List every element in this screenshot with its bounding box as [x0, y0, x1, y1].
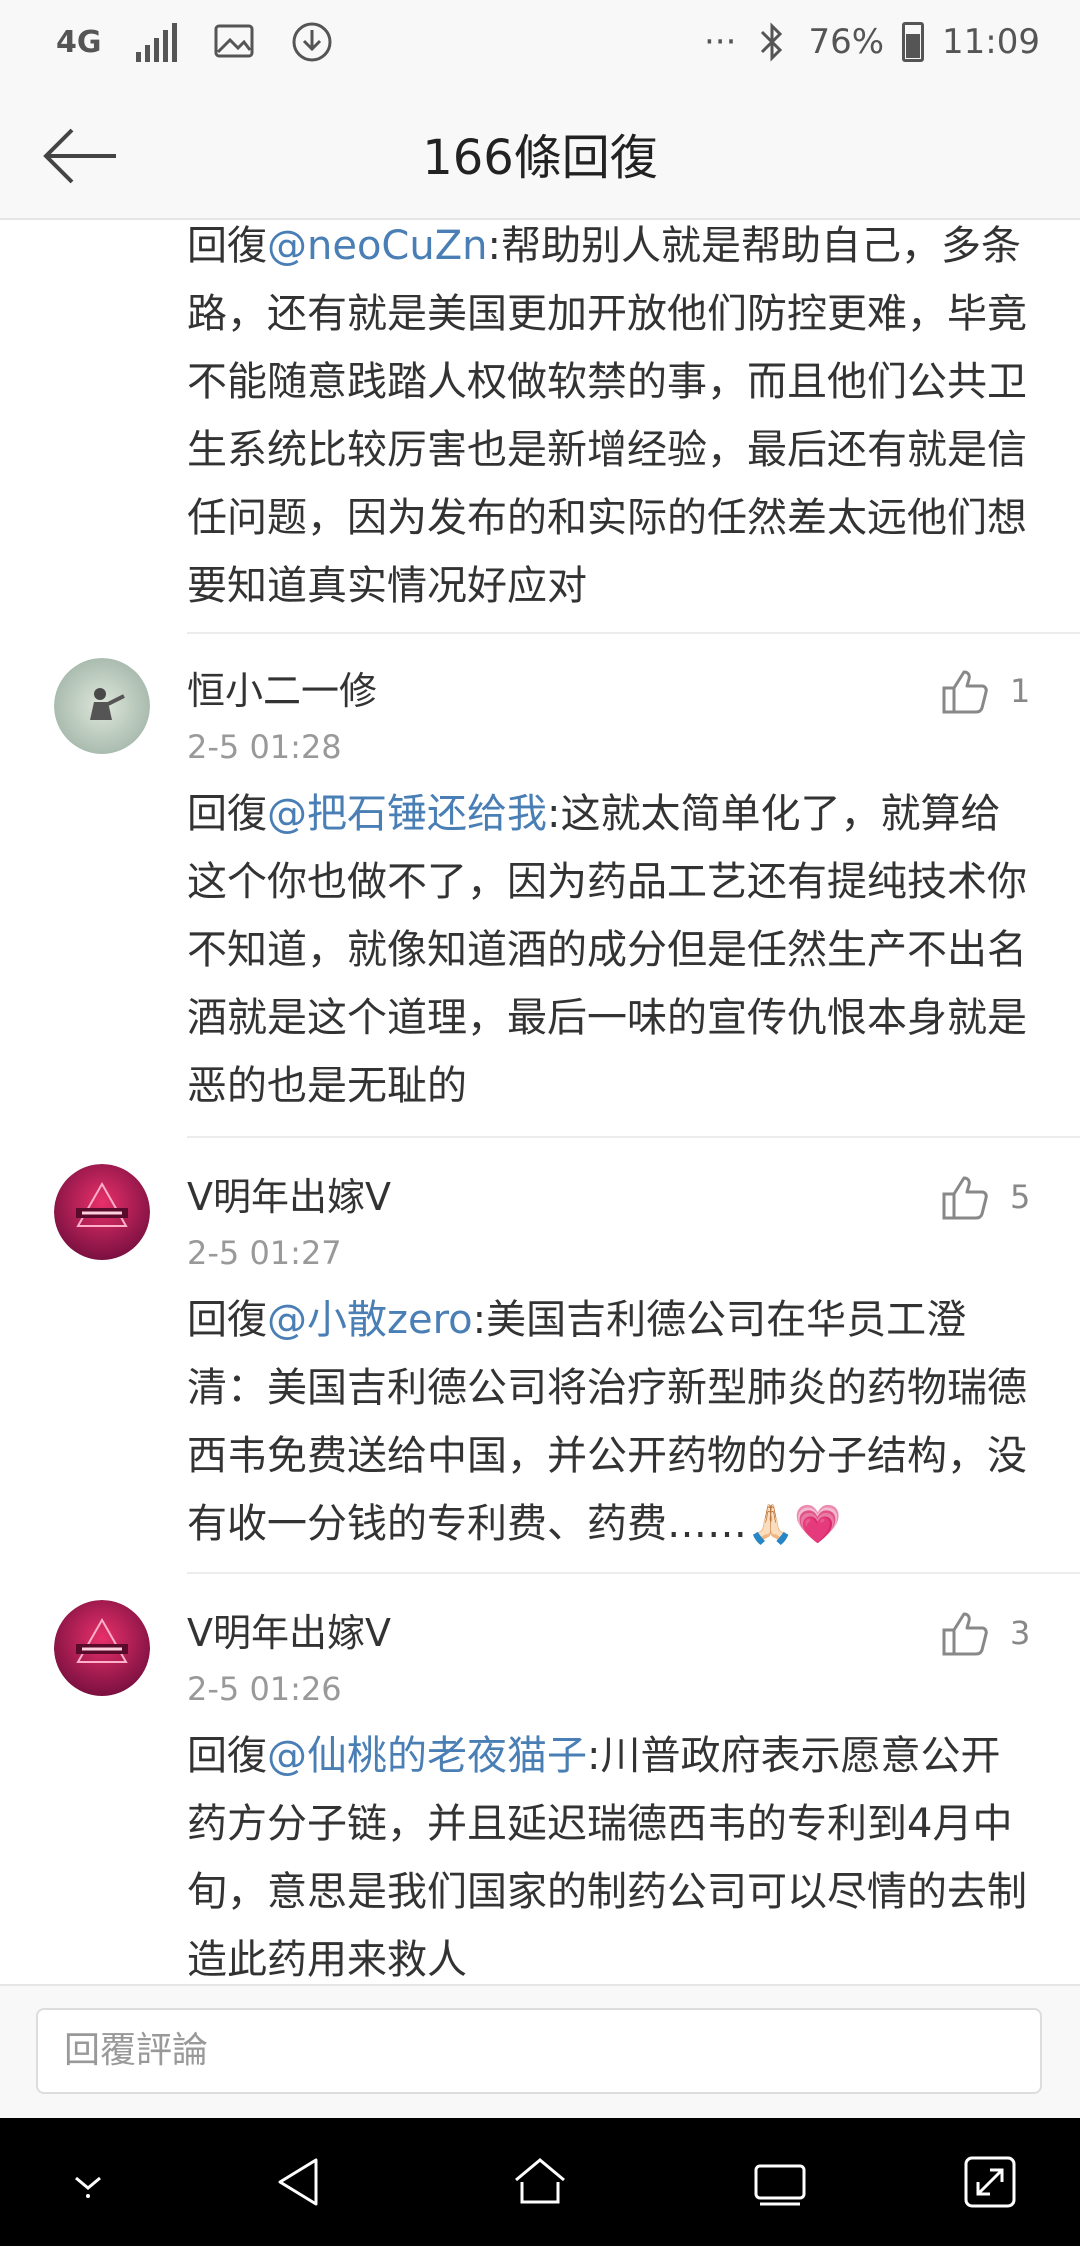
like-count: 1 — [1010, 672, 1031, 710]
avatar-image-icon — [54, 1600, 150, 1696]
reply-prefix: 回復 — [187, 1297, 267, 1343]
divider — [187, 1572, 1080, 1574]
comment-time: 2-5 01:27 — [187, 1234, 342, 1272]
network-type-icon: 4G — [56, 24, 102, 60]
recents-icon[interactable] — [750, 2152, 810, 2212]
mention-link[interactable]: @小散zero — [267, 1297, 473, 1343]
clock: 11:09 — [942, 22, 1040, 62]
download-icon — [292, 22, 331, 62]
like-count: 5 — [1010, 1178, 1031, 1216]
battery-percent: 76% — [808, 22, 885, 62]
reply-comment-input[interactable]: 回覆評論 — [36, 2008, 1042, 2094]
expand-icon[interactable] — [960, 2152, 1020, 2212]
thumbs-up-icon[interactable] — [938, 666, 990, 718]
avatar-image-icon — [54, 658, 150, 754]
home-icon[interactable] — [510, 2152, 570, 2212]
comment-time: 2-5 01:26 — [187, 1670, 342, 1708]
reply-prefix: 回復 — [187, 1733, 267, 1779]
battery-icon — [902, 22, 925, 62]
comment-body: 回復@小散zero:美国吉利德公司在华员工澄清：美国吉利德公司将治疗新型肺炎的药… — [187, 1286, 1032, 1558]
reply-prefix: 回復 — [187, 791, 267, 837]
mention-link[interactable]: @把石锤还给我 — [267, 791, 547, 837]
username[interactable]: V明年出嫁V — [187, 1166, 391, 1221]
avatar[interactable] — [54, 1164, 150, 1260]
divider — [187, 632, 1080, 634]
reply-prefix: 回復 — [187, 223, 267, 269]
comment-time: 2-5 01:28 — [187, 728, 342, 766]
comment-list[interactable]: 回復@neoCuZn:帮助别人就是帮助自己，多条路，还有就是美国更加开放他们防控… — [0, 220, 1080, 1984]
username[interactable]: V明年出嫁V — [187, 1602, 391, 1657]
system-nav-bar — [0, 2118, 1080, 2246]
divider — [187, 1136, 1080, 1138]
status-bar: 4G ··· 76% 11:09 — [0, 0, 1080, 88]
comment-body: 回復@把石锤还给我:这就太简单化了，就算给这个你也做不了，因为药品工艺还有提纯技… — [187, 780, 1032, 1120]
more-notifications-icon: ··· — [704, 22, 737, 62]
emoji: 🙏🏻💗 — [747, 1502, 842, 1546]
avatar[interactable] — [54, 658, 150, 754]
page-title: 166條回復 — [422, 130, 658, 186]
app-header: 166條回復 — [0, 88, 1080, 220]
username[interactable]: 恒小二一修 — [187, 660, 377, 715]
comment-body: 回復@neoCuZn:帮助别人就是帮助自己，多条路，还有就是美国更加开放他们防控… — [187, 220, 1032, 620]
bluetooth-icon — [761, 22, 783, 62]
back-triangle-icon[interactable] — [270, 2152, 330, 2212]
reply-bar: 回覆評論 — [0, 1984, 1080, 2120]
mention-link[interactable]: @neoCuZn — [267, 223, 487, 269]
comment-body: 回復@仙桃的老夜猫子:川普政府表示愿意公开药方分子链，并且延迟瑞德西韦的专利到4… — [187, 1722, 1032, 1984]
like-count: 3 — [1010, 1614, 1031, 1652]
comment-text: :这就太简单化了，就算给这个你也做不了，因为药品工艺还有提纯技术你不知道，就像知… — [187, 791, 1027, 1109]
chevron-down-icon[interactable] — [58, 2152, 118, 2212]
image-icon — [214, 24, 253, 58]
avatar[interactable] — [54, 1600, 150, 1696]
thumbs-up-icon[interactable] — [938, 1608, 990, 1660]
avatar-image-icon — [54, 1164, 150, 1260]
signal-icon — [135, 23, 177, 62]
mention-link[interactable]: @仙桃的老夜猫子 — [267, 1733, 587, 1779]
comment-text: :帮助别人就是帮助自己，多条路，还有就是美国更加开放他们防控更难，毕竟不能随意践… — [187, 223, 1027, 609]
thumbs-up-icon[interactable] — [938, 1172, 990, 1224]
